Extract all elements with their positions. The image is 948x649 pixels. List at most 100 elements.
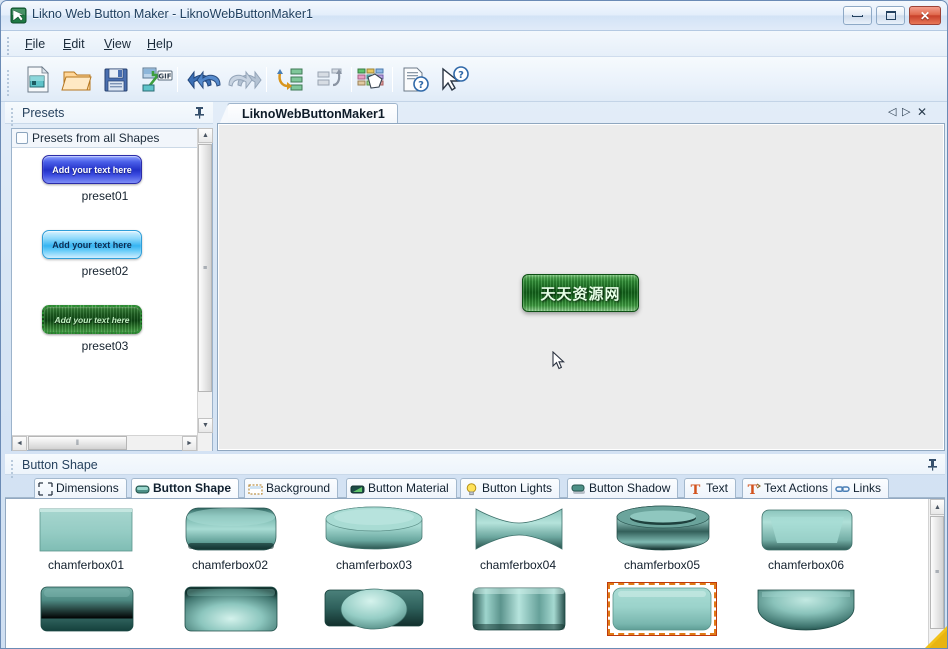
presets-horizontal-scrollbar[interactable]: ◄ ‖ ► bbox=[12, 435, 198, 451]
shape-gallery[interactable]: chamferbox01 chamferbox02 chamferbox03 c… bbox=[5, 498, 945, 648]
tab-text-actions[interactable]: T Text Actions bbox=[742, 478, 837, 498]
preset-thumb-03[interactable]: Add your text here bbox=[42, 305, 142, 334]
shape-art-thick-round-top bbox=[182, 505, 280, 558]
presets-vscroll-thumb[interactable]: ≡ bbox=[198, 144, 212, 392]
shape-label-chamferbox05: chamferbox05 bbox=[623, 558, 701, 572]
save-floppy-icon bbox=[104, 68, 128, 92]
close-button[interactable]: ✕ bbox=[909, 6, 941, 25]
links-icon bbox=[835, 482, 850, 496]
tab-close-icon[interactable]: ✕ bbox=[917, 105, 927, 119]
presets-vertical-scrollbar[interactable]: ▲ ≡ ▼ bbox=[197, 128, 213, 451]
shape-label-chamferbox04: chamferbox04 bbox=[479, 558, 557, 572]
preset-item-02[interactable]: Add your text here preset02 bbox=[12, 230, 198, 302]
shape-art-flat-rect bbox=[38, 505, 136, 558]
tab-text-label: Text bbox=[706, 481, 729, 495]
menu-item-edit-rest: dit bbox=[71, 37, 85, 51]
shape-art-oval-on-rect bbox=[322, 584, 426, 637]
svg-text:?: ? bbox=[418, 80, 424, 91]
gallery-scroll-up-arrow[interactable]: ▲ bbox=[930, 499, 944, 515]
menu-item-file-rest: ile bbox=[32, 37, 46, 51]
design-canvas[interactable]: 天天资源网 bbox=[217, 123, 945, 451]
canvas-surface[interactable]: 天天资源网 bbox=[219, 125, 943, 449]
preset-button-01[interactable]: Add your text here bbox=[42, 155, 142, 184]
preset-item-03[interactable]: Add your text here preset03 bbox=[12, 305, 198, 377]
text-icon: T bbox=[688, 482, 703, 498]
open-project-button[interactable] bbox=[59, 62, 95, 97]
shape-art-domed-rect bbox=[182, 584, 280, 637]
arrow-cursor-icon bbox=[552, 350, 566, 374]
tab-button-lights[interactable]: Button Lights bbox=[460, 478, 561, 498]
preset-thumb-02[interactable]: Add your text here bbox=[42, 230, 142, 259]
shape-art-grooved-rect bbox=[470, 584, 568, 637]
shape-selection-indicator bbox=[607, 582, 717, 636]
tab-dimensions[interactable]: Dimensions bbox=[34, 478, 127, 498]
document-tab-likno[interactable]: LiknoWebButtonMaker1 bbox=[219, 103, 398, 125]
new-project-icon bbox=[27, 66, 49, 93]
shape-pin-icon[interactable] bbox=[927, 458, 938, 473]
menu-item-file[interactable]: File bbox=[18, 36, 52, 53]
export-gif-icon: GIF bbox=[142, 67, 173, 92]
menu-item-help[interactable]: Help bbox=[140, 36, 180, 53]
tab-background[interactable]: Background bbox=[244, 478, 339, 498]
preset-button-03[interactable]: Add your text here bbox=[42, 305, 142, 334]
shape-caption-grip bbox=[11, 460, 14, 478]
export-gif-button[interactable]: GIF bbox=[137, 62, 173, 97]
gallery-scroll-thumb[interactable]: ≡ bbox=[930, 516, 944, 629]
presets-hscroll-left-arrow[interactable]: ◄ bbox=[12, 436, 27, 451]
shape-art-rounded-dark bbox=[38, 584, 136, 637]
help-topics-button[interactable]: ? bbox=[395, 62, 431, 97]
shape-label-chamferbox01: chamferbox01 bbox=[47, 558, 125, 572]
tab-button-shadow[interactable]: Button Shadow bbox=[567, 478, 679, 498]
svg-text:T: T bbox=[691, 483, 701, 496]
presets-caption-grip bbox=[11, 108, 14, 126]
main-toolbar: GIF ? ? bbox=[1, 57, 947, 102]
menu-bar: File Edit View Help bbox=[1, 31, 947, 57]
menu-item-edit[interactable]: Edit bbox=[56, 36, 92, 53]
presets-vscroll-down-arrow[interactable]: ▼ bbox=[198, 418, 213, 433]
new-project-button[interactable] bbox=[20, 62, 56, 97]
maximize-button[interactable] bbox=[876, 6, 905, 25]
whats-this-button[interactable]: ? bbox=[434, 62, 470, 97]
canvas-preview-button[interactable]: 天天资源网 bbox=[522, 274, 639, 312]
save-project-button[interactable] bbox=[98, 62, 134, 97]
preset-thumb-01[interactable]: Add your text here bbox=[42, 155, 142, 184]
redo-button[interactable] bbox=[225, 62, 262, 97]
tab-text[interactable]: T Text bbox=[684, 478, 737, 498]
svg-text:?: ? bbox=[458, 70, 464, 81]
toolbar-separator-2 bbox=[266, 67, 267, 92]
lightbulb-icon bbox=[464, 482, 479, 496]
tab-links[interactable]: Links bbox=[831, 478, 890, 498]
shape-label-chamferbox02: chamferbox02 bbox=[191, 558, 269, 572]
preset-item-01[interactable]: Add your text here preset01 bbox=[12, 155, 198, 227]
menu-item-help-rest: elp bbox=[156, 37, 173, 51]
shape-caption-label: Button Shape bbox=[22, 458, 98, 472]
help-document-icon: ? bbox=[403, 67, 429, 92]
presets-vscroll-up-arrow[interactable]: ▲ bbox=[198, 128, 213, 143]
presets-from-all-shapes-row[interactable]: Presets from all Shapes bbox=[12, 129, 198, 148]
presets-hscroll-thumb[interactable]: ‖ bbox=[28, 436, 127, 450]
undo-button[interactable] bbox=[186, 62, 222, 97]
tab-next-icon[interactable]: ▷ bbox=[902, 105, 910, 119]
properties-button[interactable] bbox=[353, 62, 389, 97]
application-window: Likno Web Button Maker - LiknoWebButtonM… bbox=[0, 0, 948, 649]
close-icon: ✕ bbox=[919, 8, 931, 23]
tab-button-shape[interactable]: Button Shape bbox=[131, 478, 239, 498]
import-buttons-button[interactable] bbox=[273, 62, 309, 97]
background-icon bbox=[248, 482, 263, 496]
likno-app-icon bbox=[10, 7, 27, 24]
tab-prev-icon[interactable]: ◁ bbox=[888, 105, 896, 119]
tab-text-actions-label: Text Actions bbox=[764, 481, 829, 495]
redo-icon bbox=[228, 70, 262, 90]
tab-links-label: Links bbox=[853, 481, 882, 495]
presets-hscroll-right-arrow[interactable]: ► bbox=[182, 436, 197, 451]
shape-panel-tab-row: Dimensions Button Shape Background Butto… bbox=[5, 477, 945, 498]
export-buttons-button[interactable] bbox=[312, 62, 348, 97]
preset-button-02[interactable]: Add your text here bbox=[42, 230, 142, 259]
minimize-button[interactable] bbox=[843, 6, 872, 25]
canvas-button-label: 天天资源网 bbox=[540, 284, 621, 303]
tab-button-material[interactable]: Button Material bbox=[346, 478, 457, 498]
resize-grip[interactable] bbox=[925, 626, 947, 648]
presets-pin-icon[interactable] bbox=[194, 106, 205, 121]
menu-item-view[interactable]: View bbox=[97, 36, 138, 53]
presets-from-all-shapes-checkbox[interactable] bbox=[16, 132, 28, 144]
